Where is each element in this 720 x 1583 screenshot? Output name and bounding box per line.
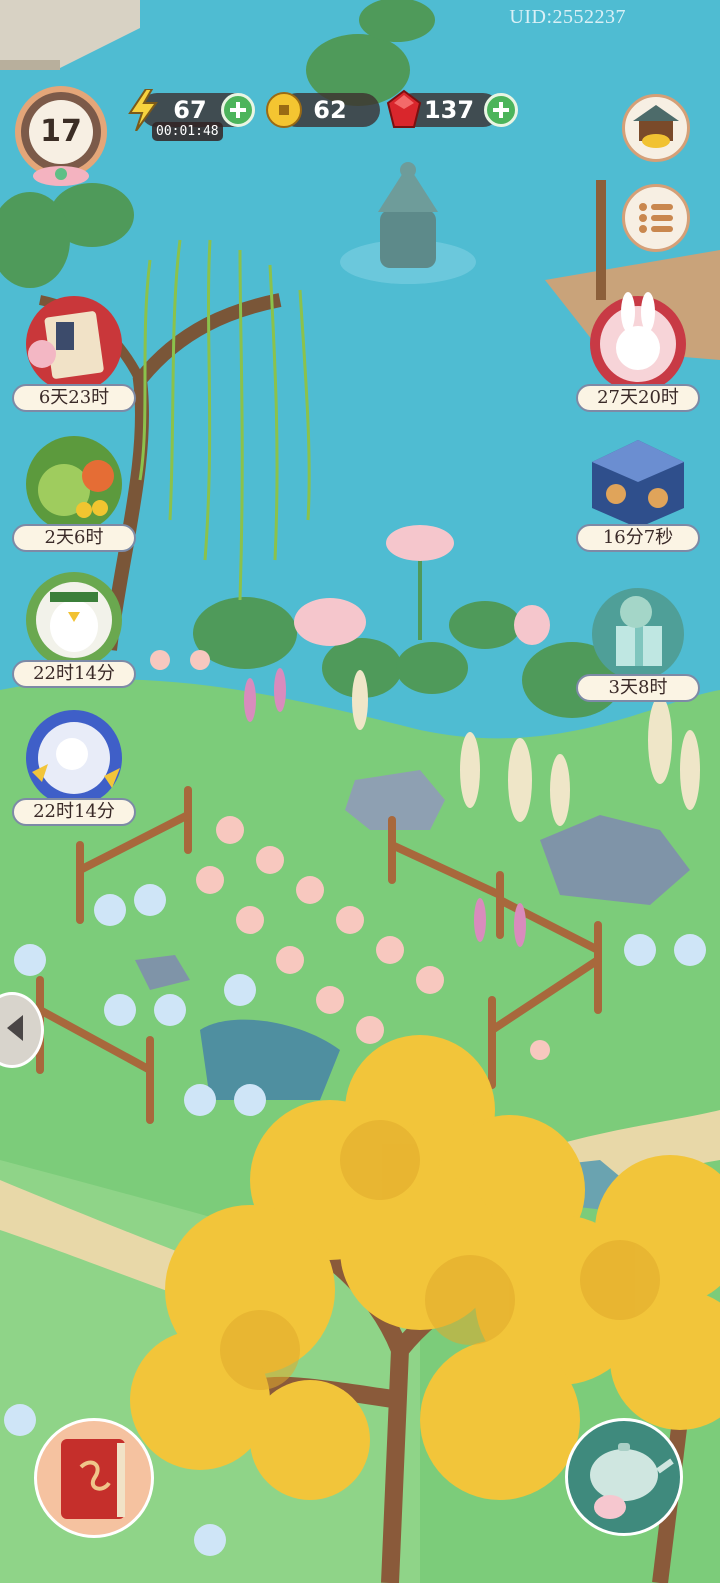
player-level-badge[interactable]: 17 — [12, 84, 110, 188]
menu-button[interactable] — [622, 184, 690, 252]
gift-cat-icon — [592, 588, 684, 680]
handbook-button[interactable] — [34, 1418, 154, 1538]
cabbage-carrot-icon — [26, 436, 122, 532]
left-event-4-timer: 22时14分 — [12, 798, 136, 826]
rabbit-icon — [590, 292, 686, 392]
left-event-3-timer: 22时14分 — [12, 660, 136, 688]
cat-mascot-icon — [26, 710, 122, 806]
tea-house-button[interactable] — [565, 1418, 683, 1536]
blue-box-icon — [592, 440, 684, 528]
add-gems-button[interactable] — [484, 93, 518, 127]
teapot-icon — [590, 1443, 674, 1519]
player-level-number: 17 — [40, 114, 82, 149]
energy-value: 67 — [173, 96, 207, 124]
left-event-2-timer: 2天6时 — [12, 524, 136, 552]
add-energy-button[interactable] — [221, 93, 255, 127]
list-menu-icon — [639, 203, 673, 233]
right-event-2[interactable]: 16分7秒 — [576, 432, 700, 552]
right-event-3-timer: 3天8时 — [576, 674, 700, 702]
right-event-2-timer: 16分7秒 — [576, 524, 700, 552]
chevron-left-icon — [7, 1015, 23, 1041]
gift-bundle-icon — [26, 296, 122, 392]
energy-timer: 00:01:48 — [152, 122, 223, 141]
bird-mascot-icon — [26, 572, 122, 668]
red-book-icon — [61, 1439, 125, 1519]
gems-value: 137 — [423, 96, 475, 124]
right-event-1-timer: 27天20时 — [576, 384, 700, 412]
left-event-1[interactable]: 6天23时 — [12, 292, 136, 412]
ruby-gem-icon — [386, 89, 422, 128]
right-event-1[interactable]: 27天20时 — [576, 292, 700, 412]
shop-pavilion-icon — [633, 105, 679, 148]
uid-label: UID:2552237 — [509, 6, 626, 28]
coin-icon — [266, 92, 302, 128]
right-event-3[interactable]: 3天8时 — [576, 582, 700, 702]
left-event-1-timer: 6天23时 — [12, 384, 136, 412]
left-event-3[interactable]: 22时14分 — [12, 568, 136, 688]
shop-button[interactable] — [622, 94, 690, 162]
left-event-4[interactable]: 22时14分 — [12, 706, 136, 826]
left-event-2[interactable]: 2天6时 — [12, 432, 136, 552]
coins-value: 62 — [313, 96, 347, 124]
